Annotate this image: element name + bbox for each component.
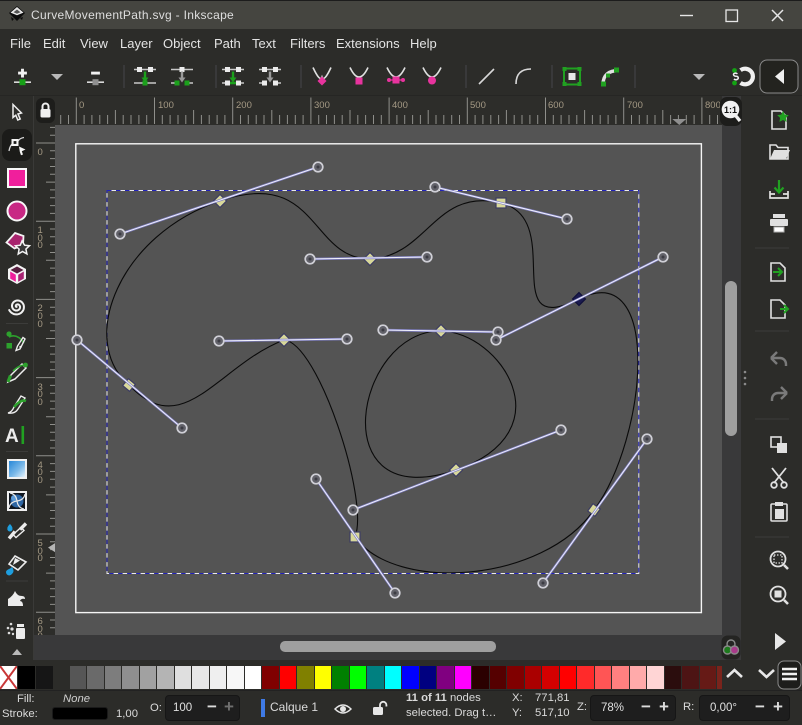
svg-text:500: 500: [470, 100, 486, 111]
svg-text:0: 0: [38, 475, 43, 486]
svg-text:0: 0: [38, 319, 43, 330]
svg-text:400: 400: [392, 100, 408, 111]
svg-text:0: 0: [38, 397, 43, 408]
svg-text:700: 700: [627, 100, 643, 111]
svg-text:0: 0: [38, 553, 43, 564]
svg-text:600: 600: [548, 100, 564, 111]
svg-text:0: 0: [38, 240, 43, 251]
svg-text:0: 0: [79, 100, 84, 111]
svg-text:200: 200: [236, 100, 252, 111]
svg-text:300: 300: [314, 100, 330, 111]
svg-text:A: A: [5, 426, 19, 447]
svg-text:100: 100: [158, 100, 174, 111]
svg-text:0: 0: [38, 147, 43, 158]
svg-text:1:1: 1:1: [724, 105, 737, 115]
